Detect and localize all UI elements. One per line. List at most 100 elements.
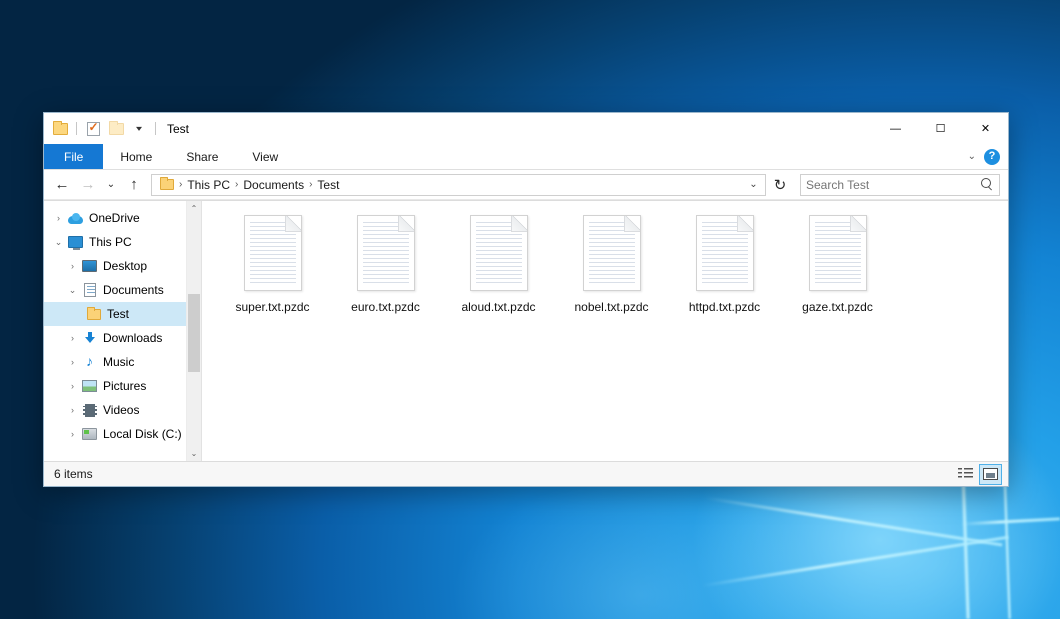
breadcrumb-tools: ⌄ [744,175,763,195]
qat-separator-2 [155,122,156,135]
text-file-icon [470,215,528,291]
file-item[interactable]: httpd.txt.pzdc [668,211,781,329]
back-button[interactable]: ← [50,173,74,197]
address-dropdown-icon[interactable]: ⌄ [744,175,763,195]
music-icon: ♪ [81,355,98,369]
minimize-button[interactable]: — [873,113,918,144]
file-name-label: aloud.txt.pzdc [459,300,537,315]
sidebar-item-desktop[interactable]: › Desktop [44,254,201,278]
large-icons-view-button[interactable] [979,464,1002,485]
sidebar-item-label: Desktop [103,259,147,273]
wallpaper-logo-edge-diagonal [702,536,1009,587]
tab-share[interactable]: Share [169,144,235,169]
file-item[interactable]: super.txt.pzdc [216,211,329,329]
breadcrumb-item-documents[interactable]: Documents [239,175,308,194]
chevron-right-icon[interactable]: › [64,262,81,271]
refresh-button[interactable]: ↻ [768,173,792,197]
file-name-label: nobel.txt.pzdc [572,300,650,315]
status-bar: 6 items [44,461,1008,486]
text-file-icon [357,215,415,291]
maximize-button[interactable]: ☐ [918,113,963,144]
text-file-icon [809,215,867,291]
downloads-icon [81,331,98,345]
forward-button[interactable]: → [76,173,100,197]
close-button[interactable]: ✕ [963,113,1008,144]
sidebar-scrollbar[interactable]: ⌃ ⌄ [186,201,201,461]
sidebar-item-label: This PC [89,235,132,249]
search-input[interactable] [806,178,981,192]
sidebar-item-pictures[interactable]: › Pictures [44,374,201,398]
monitor-icon [67,236,84,248]
breadcrumb-root-icon[interactable] [156,175,178,194]
tab-home[interactable]: Home [103,144,169,169]
customize-qat-caret-icon[interactable]: ▾ [129,119,149,139]
window-controls: — ☐ ✕ [873,113,1008,144]
chevron-right-icon[interactable]: › [64,382,81,391]
breadcrumb[interactable]: › This PC › Documents › Test ⌄ [151,174,766,196]
file-item[interactable]: nobel.txt.pzdc [555,211,668,329]
sidebar-item-label: OneDrive [89,211,140,225]
chevron-down-icon[interactable]: ⌄ [64,286,81,295]
qat-separator-1 [76,122,77,135]
up-button[interactable]: ↑ [122,173,146,197]
sidebar-item-label: Music [103,355,134,369]
chevron-down-icon[interactable]: ⌄ [968,151,976,162]
breadcrumb-item-this-pc[interactable]: This PC [183,175,234,194]
new-folder-icon[interactable] [106,119,126,139]
videos-icon [81,404,98,417]
chevron-right-icon[interactable]: › [64,334,81,343]
text-file-icon [696,215,754,291]
file-name-label: httpd.txt.pzdc [687,300,762,315]
help-icon[interactable]: ? [984,149,1000,165]
tab-file[interactable]: File [44,144,103,169]
sidebar-item-videos[interactable]: › Videos [44,398,201,422]
sidebar-item-test[interactable]: Test [44,302,201,326]
scroll-up-icon[interactable]: ⌃ [187,201,202,216]
details-view-button[interactable] [954,464,977,485]
properties-icon[interactable] [83,119,103,139]
sidebar-item-label: Test [107,307,129,321]
sidebar-item-this-pc[interactable]: ⌄ This PC [44,230,201,254]
sidebar-item-label: Local Disk (C:) [103,427,182,441]
window-body: › OneDrive ⌄ This PC › Desktop ⌄ [44,200,1008,461]
sidebar-item-documents[interactable]: ⌄ Documents [44,278,201,302]
chevron-right-icon[interactable]: › [64,406,81,415]
chevron-right-icon[interactable]: › [50,214,67,223]
folder-icon[interactable] [50,119,70,139]
file-name-label: gaze.txt.pzdc [800,300,875,315]
text-file-icon [583,215,641,291]
search-box[interactable] [800,174,1000,196]
breadcrumb-item-test[interactable]: Test [313,175,343,194]
ribbon-tab-bar: File Home Share View ⌄ ? [44,144,1008,170]
pictures-icon [81,380,98,392]
disk-icon [81,428,98,440]
window-title: Test [167,122,189,136]
chevron-down-icon[interactable]: ⌄ [50,238,67,247]
desktop-background: ▾ Test — ☐ ✕ File Home Share View ⌄ ? ← [0,0,1060,619]
file-name-label: euro.txt.pzdc [349,300,422,315]
recent-locations-icon[interactable]: ⌄ [102,173,120,197]
file-list-view[interactable]: super.txt.pzdc euro.txt.pzdc aloud.txt.p… [202,201,1008,461]
text-file-icon [244,215,302,291]
file-item[interactable]: aloud.txt.pzdc [442,211,555,329]
sidebar-item-onedrive[interactable]: › OneDrive [44,206,201,230]
tab-view[interactable]: View [235,144,295,169]
scroll-down-icon[interactable]: ⌄ [187,446,202,461]
scrollbar-track[interactable] [187,216,202,446]
file-explorer-window: ▾ Test — ☐ ✕ File Home Share View ⌄ ? ← [43,112,1009,487]
navigation-pane: › OneDrive ⌄ This PC › Desktop ⌄ [44,201,202,461]
quick-access-toolbar: ▾ [50,119,159,139]
file-item[interactable]: euro.txt.pzdc [329,211,442,329]
details-view-icon [958,468,973,480]
search-icon[interactable] [981,178,994,191]
chevron-right-icon[interactable]: › [64,358,81,367]
sidebar-item-music[interactable]: › ♪ Music [44,350,201,374]
ribbon-right-controls: ⌄ ? [968,144,1008,169]
sidebar-item-local-disk[interactable]: › Local Disk (C:) [44,422,201,446]
wallpaper-logo-edge-diagonal-2 [706,497,1003,547]
sidebar-item-downloads[interactable]: › Downloads [44,326,201,350]
chevron-right-icon[interactable]: › [64,430,81,439]
file-item[interactable]: gaze.txt.pzdc [781,211,894,329]
scrollbar-thumb[interactable] [188,294,200,372]
title-bar: ▾ Test — ☐ ✕ [44,113,1008,144]
